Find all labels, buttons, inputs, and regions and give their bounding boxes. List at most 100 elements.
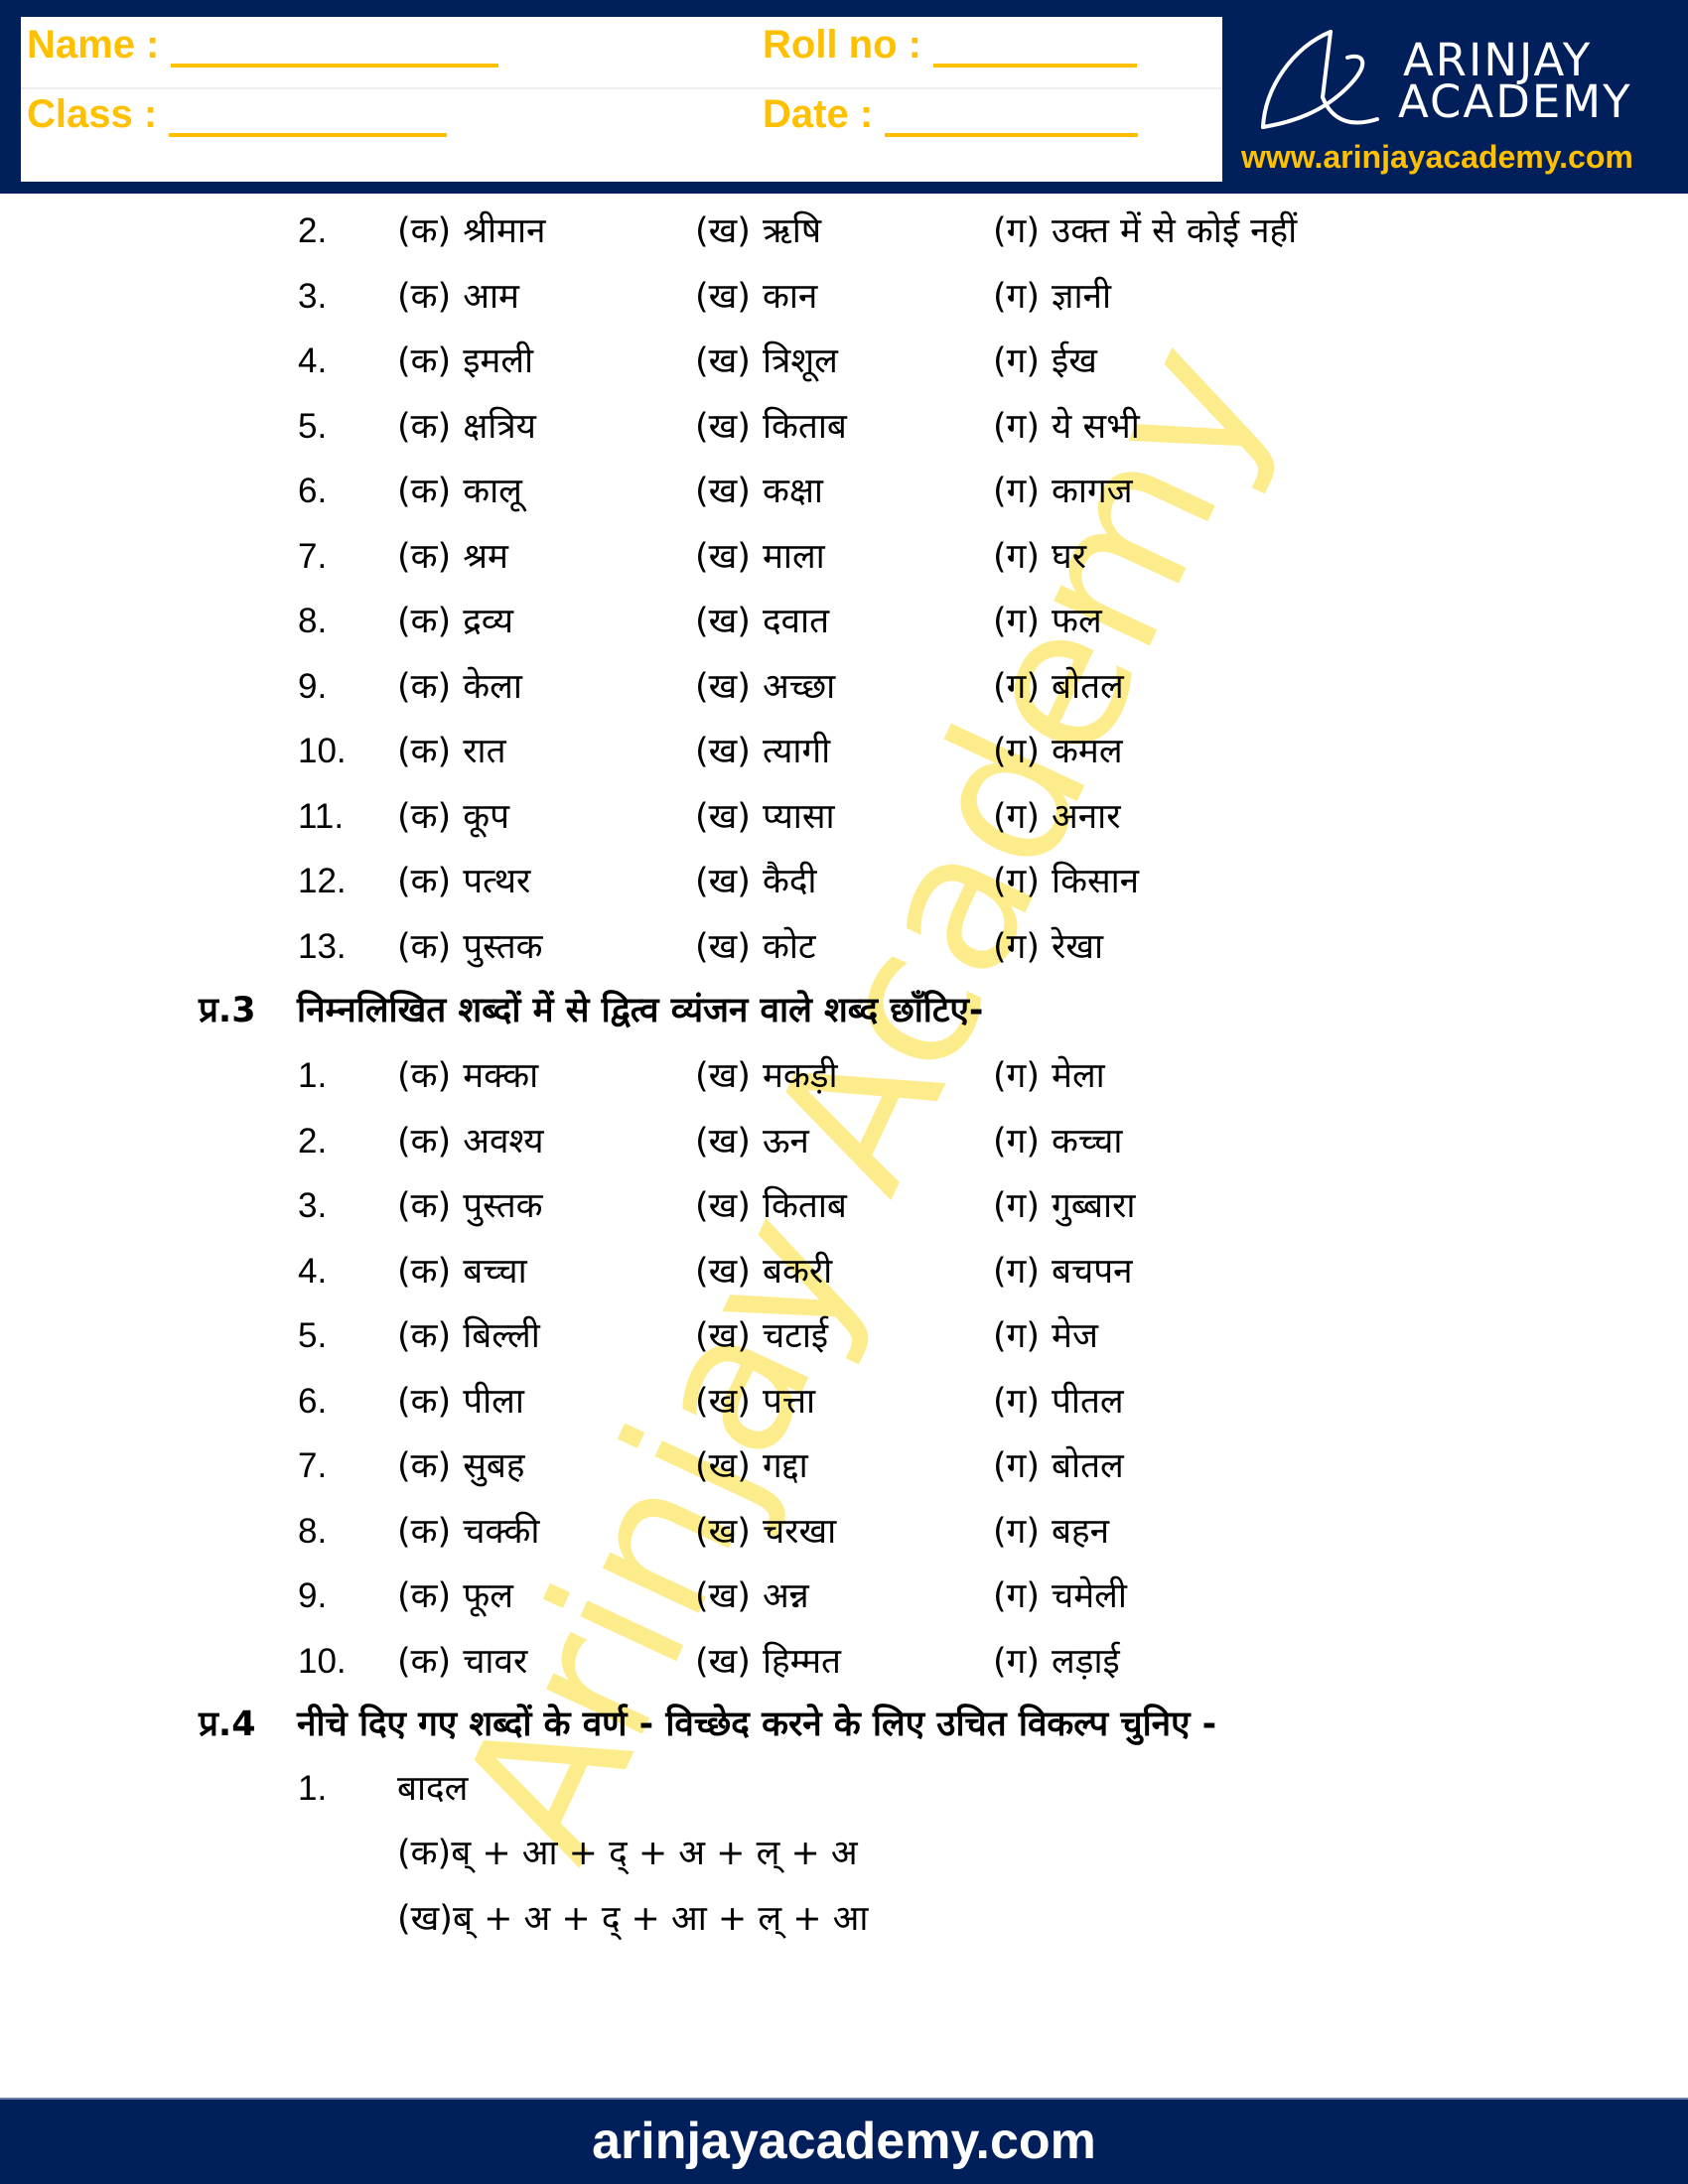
option-label: (क) xyxy=(397,862,452,901)
option-text: फूल xyxy=(463,1576,513,1616)
option-ka[interactable]: (क) केला xyxy=(397,662,522,712)
option-ga[interactable]: (ग) बोतल xyxy=(993,1441,1124,1491)
question-row: 8. (क) द्रव्य (ख) दवात (ग) फल xyxy=(0,597,1688,646)
option-kha[interactable]: (ख) गद्दा xyxy=(695,1441,808,1491)
option-text: ज्ञानी xyxy=(1052,276,1112,317)
question-row: 4. (क) इमली (ख) त्रिशूल (ग) ईख xyxy=(0,337,1688,386)
option-kha[interactable]: (ख) मकड़ी xyxy=(695,1051,838,1101)
option-ga[interactable]: (ग) लड़ाई xyxy=(993,1637,1120,1687)
option-ka[interactable]: (क) बिल्ली xyxy=(397,1311,540,1361)
option-ga[interactable]: (ग) घर xyxy=(993,532,1086,582)
question-row: 2. (क) श्रीमान (ख) ऋषि (ग) उक्त में से कोई नही… xyxy=(0,206,1688,256)
option-ga[interactable]: (ग) किसान xyxy=(993,857,1139,906)
item-number: 11. xyxy=(298,796,345,836)
option-ga[interactable]: (ग) बोतल xyxy=(993,662,1124,712)
option-text: कान xyxy=(762,276,818,317)
option-ga[interactable]: (ग) गुब्बारा xyxy=(993,1181,1135,1231)
option-label: (क) xyxy=(397,1446,452,1486)
option-kha[interactable]: (ख) माला xyxy=(695,532,825,582)
option-ga[interactable]: (ग) उक्त में से कोई नहीं xyxy=(993,206,1297,256)
option-ga[interactable]: (ग) ईख xyxy=(993,337,1097,386)
option-kha[interactable]: (ख) त्यागी xyxy=(695,727,830,776)
option-ka[interactable]: (क) सुबह xyxy=(397,1441,524,1491)
option-kha[interactable]: (ख) किताब xyxy=(695,1181,847,1231)
option-kha[interactable]: (ख) कोट xyxy=(695,922,816,972)
option-ga[interactable]: (ग) ये सभी xyxy=(993,402,1140,452)
option-text: ब् + अ + द् + आ + ल् + आ xyxy=(452,1899,869,1939)
option-ka[interactable]: (क) अवश्य xyxy=(397,1117,544,1166)
option-ka[interactable]: (क) पत्थर xyxy=(397,857,530,906)
option-label: (ख) xyxy=(397,1899,453,1939)
option-ka[interactable]: (क) कालू xyxy=(397,467,522,516)
option-ka[interactable]: (क) आम xyxy=(397,272,519,322)
option-kha[interactable]: (ख) पत्ता xyxy=(695,1377,815,1427)
option-ga[interactable]: (ग) अनार xyxy=(993,792,1121,842)
option-ka[interactable]: (क) द्रव्य xyxy=(397,597,513,646)
option-text: अन्न xyxy=(762,1576,809,1616)
option-kha[interactable]: (ख) चटाई xyxy=(695,1311,828,1361)
option-text: मक्का xyxy=(463,1056,539,1096)
option-kha[interactable]: (ख) कक्षा xyxy=(695,467,823,516)
option-ka[interactable]: (क) पुस्तक xyxy=(397,1181,543,1231)
option-ga[interactable]: (ग) ज्ञानी xyxy=(993,272,1111,322)
option-kha[interactable]: (ख) अन्न xyxy=(695,1571,809,1621)
option-ga[interactable]: (ग) कच्चा xyxy=(993,1117,1122,1166)
option-ka[interactable]: (क) फूल xyxy=(397,1571,513,1621)
option-kha[interactable]: (ख) कैदी xyxy=(695,857,816,906)
question-row: 3. (क) आम (ख) कान (ग) ज्ञानी xyxy=(0,272,1688,322)
option-ga[interactable]: (ग) चमेली xyxy=(993,1571,1127,1621)
option-text: त्रिशूल xyxy=(762,341,838,381)
option-kha[interactable]: (ख) त्रिशूल xyxy=(695,337,838,386)
option-text: कोट xyxy=(762,926,816,967)
option-ka[interactable]: (क) पीला xyxy=(397,1377,524,1427)
option-kha[interactable]: (ख) चरखा xyxy=(695,1507,836,1557)
option-ka[interactable]: (क) चावर xyxy=(397,1637,527,1687)
option-label: (क) xyxy=(397,536,452,577)
item-number: 4. xyxy=(298,341,328,380)
question-row: 1. (क) मक्का (ख) मकड़ी (ग) मेला xyxy=(0,1051,1688,1101)
option-ga[interactable]: (ग) पीतल xyxy=(993,1377,1124,1427)
option-label: (ख) xyxy=(695,1511,751,1552)
option-kha[interactable]: (ख) ऋषि xyxy=(695,206,821,256)
option-ga[interactable]: (ग) मेला xyxy=(993,1051,1105,1101)
option-ga[interactable]: (ग) कमल xyxy=(993,727,1123,776)
option-kha[interactable]: (ख) हिम्मत xyxy=(695,1637,841,1687)
option-ga[interactable]: (ग) बचपन xyxy=(993,1247,1133,1297)
option-label: (क) xyxy=(397,211,452,251)
question-number: प्र.4 xyxy=(199,1705,256,1744)
option-text: बच्चा xyxy=(463,1251,527,1292)
option-ka[interactable]: (क)ब् + आ + द् + अ + ल् + अ xyxy=(0,1829,1688,1878)
option-ka[interactable]: (क) श्रम xyxy=(397,532,508,582)
option-kha[interactable]: (ख) किताब xyxy=(695,402,847,452)
option-kha[interactable]: (ख) अच्छा xyxy=(695,662,835,712)
option-label: (ग) xyxy=(993,732,1041,771)
option-ka[interactable]: (क) पुस्तक xyxy=(397,922,543,972)
option-label: (ग) xyxy=(993,1316,1041,1356)
option-ga[interactable]: (ग) मेज xyxy=(993,1311,1098,1361)
option-ka[interactable]: (क) रात xyxy=(397,727,506,776)
option-ga[interactable]: (ग) रेखा xyxy=(993,922,1103,972)
option-kha[interactable]: (ख) बकरी xyxy=(695,1247,832,1297)
option-ga[interactable]: (ग) फल xyxy=(993,597,1102,646)
option-ga[interactable]: (ग) बहन xyxy=(993,1507,1109,1557)
option-ka[interactable]: (क) मक्का xyxy=(397,1051,538,1101)
option-kha[interactable]: (ख) दवात xyxy=(695,597,829,646)
option-text: सुबह xyxy=(463,1446,525,1486)
option-text: क्षत्रिय xyxy=(463,406,536,447)
option-ka[interactable]: (क) इमली xyxy=(397,337,533,386)
option-ka[interactable]: (क) चक्की xyxy=(397,1507,539,1557)
option-kha[interactable]: (ख) ऊन xyxy=(695,1117,809,1166)
option-label: (ख) xyxy=(695,1446,751,1486)
option-ka[interactable]: (क) कूप xyxy=(397,792,509,842)
item-number: 13. xyxy=(298,926,347,966)
option-kha[interactable]: (ख) कान xyxy=(695,272,817,322)
option-label: (क) xyxy=(397,1511,452,1552)
option-ka[interactable]: (क) श्रीमान xyxy=(397,206,545,256)
option-ka[interactable]: (क) क्षत्रिय xyxy=(397,402,536,452)
question-4-heading: प्र.4 नीचे दिए गए शब्दों के वर्ण - विच्छ… xyxy=(0,1700,1688,1749)
option-kha[interactable]: (ख)ब् + अ + द् + आ + ल् + आ xyxy=(0,1894,1688,1944)
option-kha[interactable]: (ख) प्यासा xyxy=(695,792,835,842)
option-ga[interactable]: (ग) कागज xyxy=(993,467,1133,516)
option-ka[interactable]: (क) बच्चा xyxy=(397,1247,527,1297)
option-label: (क) xyxy=(397,796,452,837)
